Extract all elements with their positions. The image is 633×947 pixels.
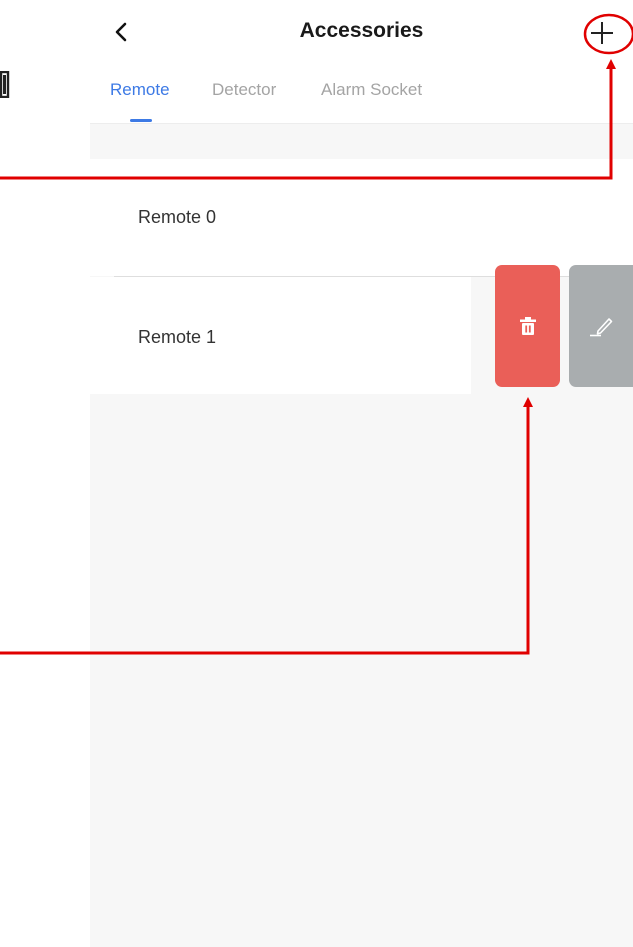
edit-button[interactable] — [569, 265, 633, 387]
list-item[interactable]: Remote 0 — [90, 159, 633, 276]
tab-alarm-socket[interactable]: Alarm Socket — [321, 80, 422, 100]
active-tab-indicator — [130, 119, 152, 122]
tab-detector[interactable]: Detector — [212, 80, 276, 100]
list-item-label: Remote 1 — [138, 327, 217, 347]
pencil-icon — [590, 318, 613, 337]
list-item-label: Remote 0 — [138, 207, 217, 227]
plus-icon — [591, 22, 613, 44]
navigation-bar: Accessories — [90, 0, 633, 64]
add-accessory-button[interactable] — [584, 15, 620, 51]
cropped-status-icon — [0, 71, 10, 98]
page-title: Accessories — [299, 19, 424, 42]
list-item[interactable]: Remote 1 — [90, 277, 471, 394]
tabs-divider — [90, 123, 633, 124]
delete-button[interactable] — [495, 265, 560, 387]
trash-icon — [519, 317, 536, 335]
tab-remote[interactable]: Remote — [110, 80, 170, 100]
